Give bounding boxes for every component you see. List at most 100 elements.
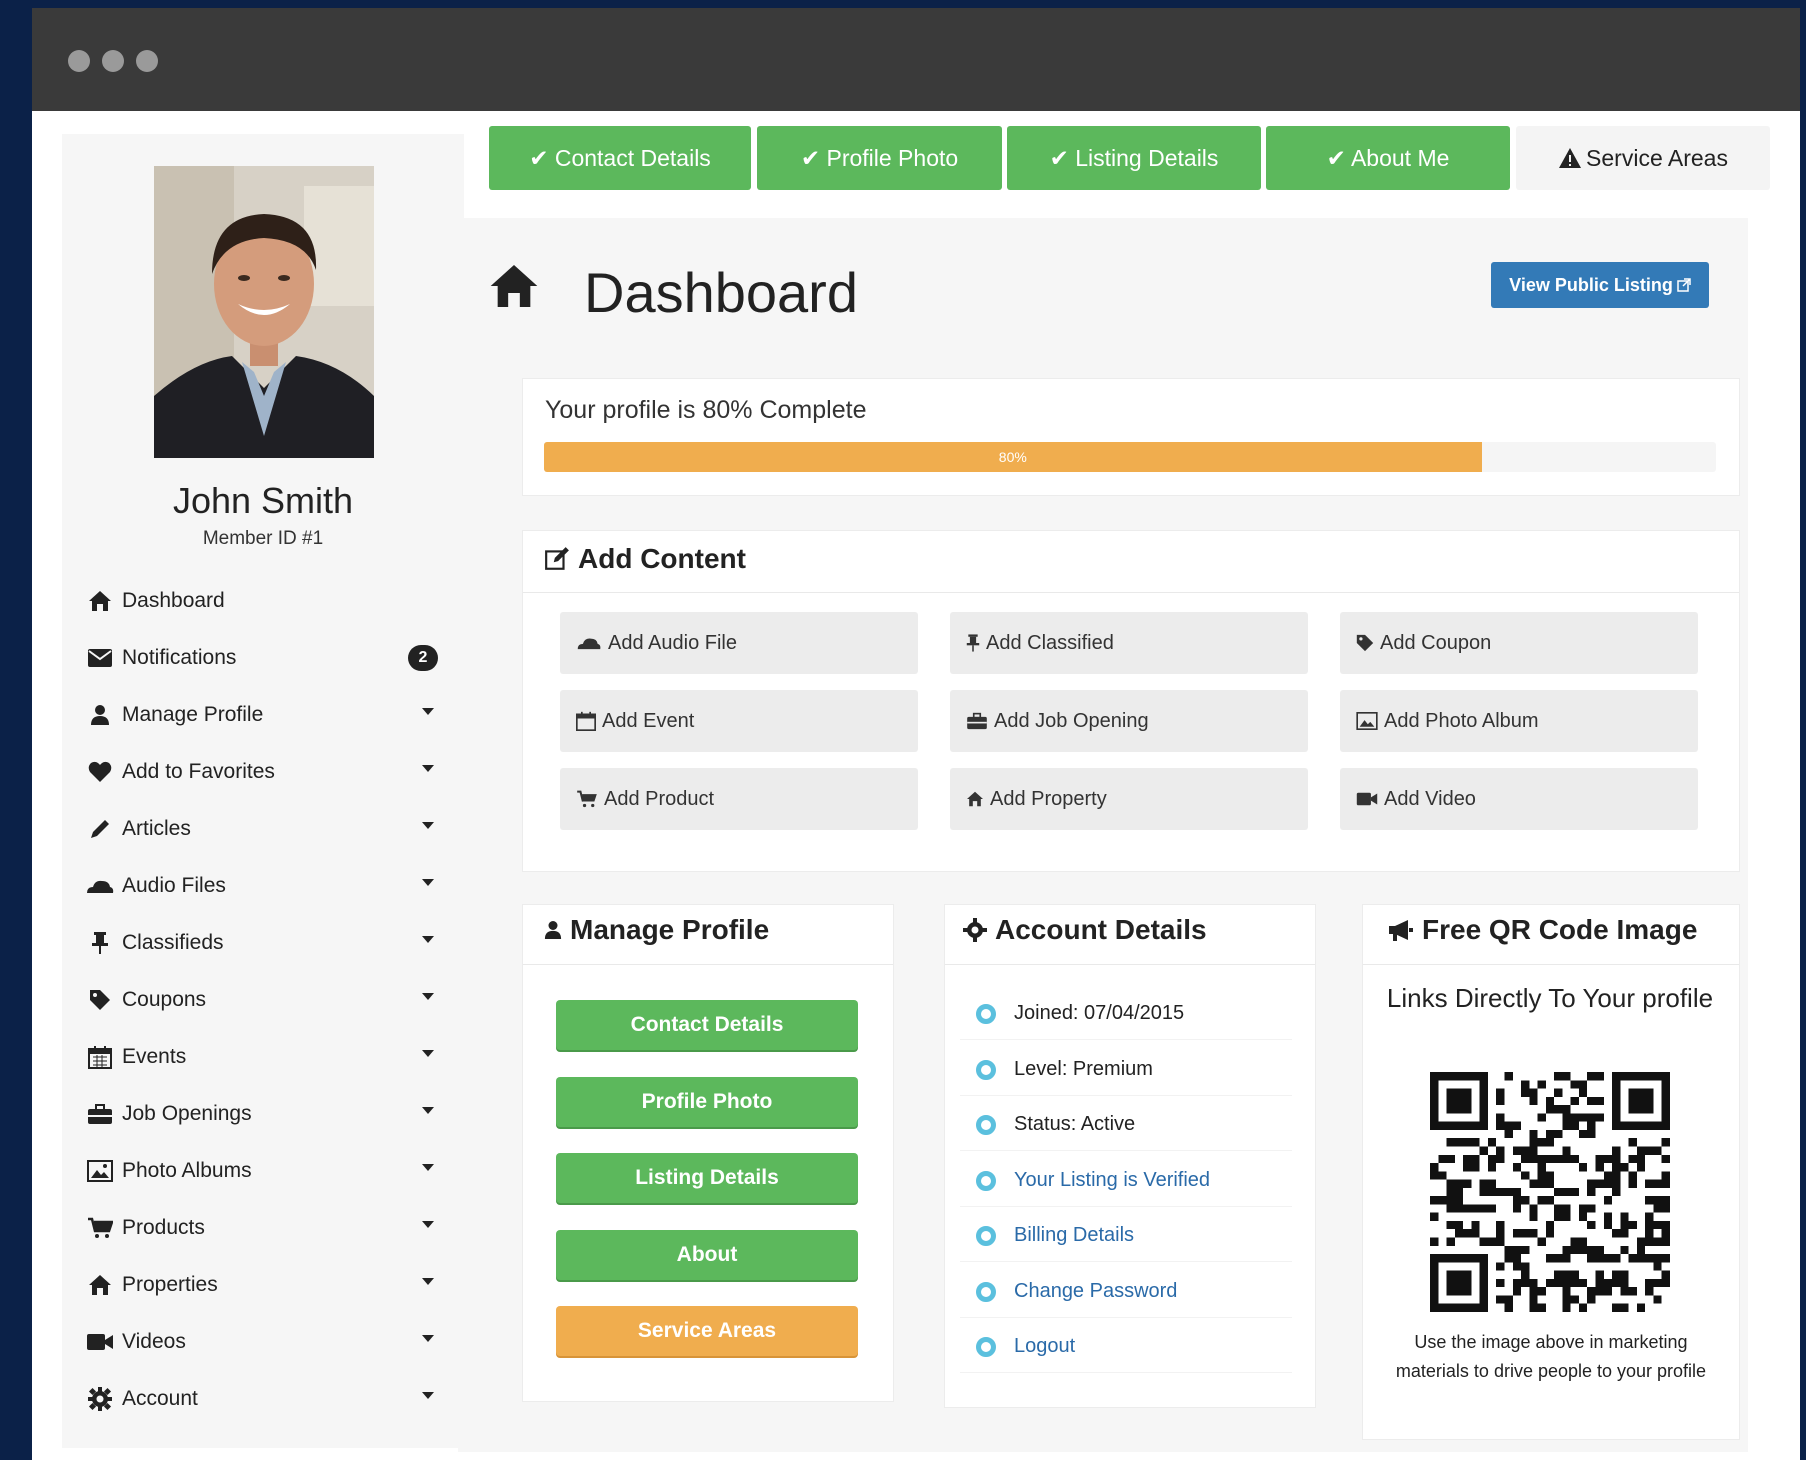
button-label: Add Photo Album	[1384, 709, 1539, 732]
chevron-down-icon[interactable]	[422, 1164, 434, 1171]
contact-details-button[interactable]: Contact Details	[556, 1000, 858, 1050]
briefcase-icon	[966, 712, 988, 730]
home-icon	[82, 590, 118, 612]
add-job-opening-button[interactable]: Add Job Opening	[950, 690, 1308, 752]
card-divider	[1363, 964, 1739, 965]
sidebar-item-manage-profile[interactable]: Manage Profile	[82, 686, 438, 743]
account-row-text: Joined: 07/04/2015	[1014, 1002, 1185, 1024]
account-row-text: Billing Details	[1014, 1224, 1135, 1246]
about-button[interactable]: About	[556, 1230, 858, 1280]
qr-code-image[interactable]	[1430, 1072, 1670, 1312]
sidebar-item-label: Job Openings	[122, 1101, 252, 1125]
sidebar-item-articles[interactable]: Articles	[82, 800, 438, 857]
page-title: Dashboard	[584, 261, 858, 324]
avatar[interactable]	[154, 166, 374, 458]
card-divider	[523, 592, 1739, 593]
add-photo-album-button[interactable]: Add Photo Album	[1340, 690, 1698, 752]
chevron-down-icon[interactable]	[422, 1335, 434, 1342]
tab-service-areas[interactable]: Service Areas	[1516, 126, 1770, 190]
listing-details-button[interactable]: Listing Details	[556, 1153, 858, 1203]
video-icon	[82, 1332, 118, 1352]
bullhorn-icon	[1386, 918, 1414, 942]
external-link-icon	[1677, 278, 1691, 292]
button-label: Add Job Opening	[994, 709, 1149, 732]
tab-about-me[interactable]: ✔ About Me	[1266, 126, 1510, 190]
account-level-row: Level: Premium	[960, 1044, 1292, 1096]
tab-label: ✔ Listing Details	[1049, 144, 1219, 171]
sidebar-item-audio-files[interactable]: Audio Files	[82, 857, 438, 914]
bullet-icon	[976, 1336, 996, 1357]
add-video-button[interactable]: Add Video	[1340, 768, 1698, 830]
logout-link[interactable]: Logout	[960, 1321, 1292, 1373]
chevron-down-icon[interactable]	[422, 1050, 434, 1057]
account-joined-row: Joined: 07/04/2015	[960, 988, 1292, 1040]
window-dot-maximize[interactable]	[136, 50, 158, 72]
chevron-down-icon[interactable]	[422, 1278, 434, 1285]
window-dot-minimize[interactable]	[102, 50, 124, 72]
card-divider	[523, 964, 893, 965]
service-areas-button[interactable]: Service Areas	[556, 1306, 858, 1356]
briefcase-icon	[82, 1103, 118, 1125]
sidebar-item-label: Notifications	[122, 645, 237, 669]
tab-label: ✔ Contact Details	[529, 144, 711, 171]
sidebar-item-properties[interactable]: Properties	[82, 1256, 438, 1313]
add-coupon-button[interactable]: Add Coupon	[1340, 612, 1698, 674]
envelope-icon	[82, 648, 118, 668]
chevron-down-icon[interactable]	[422, 1221, 434, 1228]
button-label: Add Video	[1384, 787, 1476, 810]
profile-photo	[154, 166, 374, 458]
button-label: Add Classified	[986, 631, 1114, 654]
sidebar-item-coupons[interactable]: Coupons	[82, 971, 438, 1028]
chevron-down-icon[interactable]	[422, 1107, 434, 1114]
view-public-listing-button[interactable]: View Public Listing	[1491, 262, 1709, 308]
qr-title: Free QR Code Image	[1386, 914, 1697, 946]
chevron-down-icon[interactable]	[422, 822, 434, 829]
sidebar-item-classifieds[interactable]: Classifieds	[82, 914, 438, 971]
listing-verified-link[interactable]: Your Listing is Verified	[960, 1155, 1292, 1207]
add-product-button[interactable]: Add Product	[560, 768, 918, 830]
chevron-down-icon[interactable]	[422, 936, 434, 943]
add-classified-button[interactable]: Add Classified	[950, 612, 1308, 674]
card-divider	[945, 964, 1315, 965]
sidebar-item-label: Account	[122, 1386, 198, 1410]
billing-details-link[interactable]: Billing Details	[960, 1210, 1292, 1262]
sidebar-item-job-openings[interactable]: Job Openings	[82, 1085, 438, 1142]
chevron-down-icon[interactable]	[422, 1392, 434, 1399]
chevron-down-icon[interactable]	[422, 708, 434, 715]
tab-contact-details[interactable]: ✔ Contact Details	[489, 126, 751, 190]
sidebar-item-photo-albums[interactable]: Photo Albums	[82, 1142, 438, 1199]
chevron-down-icon[interactable]	[422, 765, 434, 772]
sidebar-item-label: Classifieds	[122, 930, 224, 954]
sidebar-item-label: Articles	[122, 816, 191, 840]
add-property-button[interactable]: Add Property	[950, 768, 1308, 830]
window-dot-close[interactable]	[68, 50, 90, 72]
add-event-button[interactable]: Add Event	[560, 690, 918, 752]
tab-listing-details[interactable]: ✔ Listing Details	[1007, 126, 1261, 190]
sidebar-item-label: Audio Files	[122, 873, 226, 897]
sidebar-item-dashboard[interactable]: Dashboard	[82, 572, 438, 629]
sidebar-item-events[interactable]: Events	[82, 1028, 438, 1085]
button-label: Add Property	[990, 787, 1107, 810]
profile-name: John Smith	[172, 480, 354, 521]
button-label: Add Audio File	[608, 631, 737, 654]
cart-icon	[576, 790, 598, 808]
add-audio-file-button[interactable]: Add Audio File	[560, 612, 918, 674]
profile-photo-button[interactable]: Profile Photo	[556, 1077, 858, 1127]
sidebar-item-add-to-favorites[interactable]: Add to Favorites	[82, 743, 438, 800]
tab-profile-photo[interactable]: ✔ Profile Photo	[757, 126, 1002, 190]
bullet-icon	[976, 1170, 996, 1191]
chevron-down-icon[interactable]	[422, 879, 434, 886]
change-password-link[interactable]: Change Password	[960, 1266, 1292, 1318]
sidebar-nav: Dashboard Notifications 2 Manage Profile	[82, 572, 438, 1427]
add-content-title: Add Content	[544, 543, 746, 575]
chevron-down-icon[interactable]	[422, 993, 434, 1000]
sidebar-item-products[interactable]: Products	[82, 1199, 438, 1256]
home-icon	[486, 258, 542, 314]
account-details-title-text: Account Details	[995, 914, 1207, 945]
sidebar-item-label: Add to Favorites	[122, 759, 275, 783]
sidebar-item-videos[interactable]: Videos	[82, 1313, 438, 1370]
sidebar-item-label: Videos	[122, 1329, 186, 1353]
sidebar-item-notifications[interactable]: Notifications 2	[82, 629, 438, 686]
tab-label: Service Areas	[1586, 144, 1728, 171]
sidebar-item-account[interactable]: Account	[82, 1370, 438, 1427]
